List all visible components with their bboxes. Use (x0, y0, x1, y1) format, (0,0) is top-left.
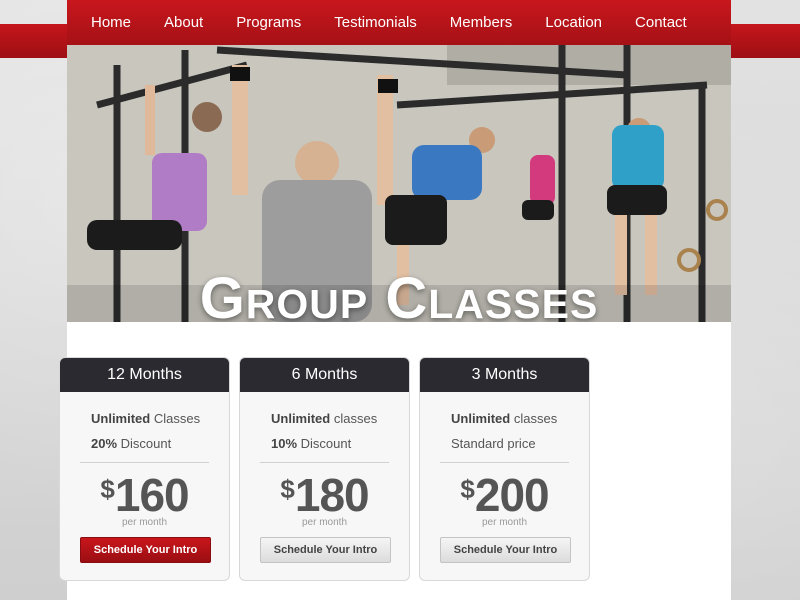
plan-feature-classes: Unlimited Classes (91, 411, 200, 426)
price-period: per month (121, 517, 168, 528)
feature-bold: Unlimited (91, 411, 151, 426)
plan-price: $200 (420, 468, 589, 522)
price-amount: 200 (474, 469, 550, 521)
plan-card-3-months: 3 Months Unlimited classes Standard pric… (419, 357, 590, 581)
currency-symbol: $ (100, 474, 115, 504)
plan-card-6-months: 6 Months Unlimited classes 10% Discount … (239, 357, 410, 581)
plan-feature-discount: 10% Discount (271, 436, 351, 451)
schedule-intro-button[interactable]: Schedule Your Intro (260, 537, 391, 563)
card-divider (440, 462, 569, 463)
plan-title: 12 Months (60, 358, 229, 392)
nav-contact[interactable]: Contact (635, 0, 687, 45)
feature-text: Discount (117, 436, 172, 451)
plan-feature-classes: Unlimited classes (451, 411, 557, 426)
plan-price: $180 (240, 468, 409, 522)
nav-members[interactable]: Members (450, 0, 513, 45)
hero-title: Group Classes (199, 266, 599, 322)
card-divider (80, 462, 209, 463)
feature-bold: Unlimited (271, 411, 331, 426)
feature-bold: 20% (91, 436, 118, 451)
currency-symbol: $ (460, 474, 475, 504)
nav-location[interactable]: Location (545, 0, 602, 45)
feature-bold: Unlimited (451, 411, 511, 426)
price-period: per month (481, 517, 528, 528)
plan-title: 6 Months (240, 358, 409, 392)
main-nav: Home About Programs Testimonials Members… (67, 0, 731, 45)
feature-text: Standard price (451, 436, 536, 451)
plan-price: $160 (60, 468, 229, 522)
plan-card-12-months: 12 Months Unlimited Classes 20% Discount… (59, 357, 230, 581)
plan-feature-price: Standard price (451, 436, 536, 451)
card-divider (260, 462, 389, 463)
nav-programs[interactable]: Programs (236, 0, 301, 45)
feature-text: classes (330, 411, 378, 426)
nav-home[interactable]: Home (91, 0, 131, 45)
price-period: per month (301, 517, 348, 528)
feature-text: Classes (150, 411, 201, 426)
schedule-intro-button[interactable]: Schedule Your Intro (440, 537, 571, 563)
plan-feature-classes: Unlimited classes (271, 411, 377, 426)
feature-text: classes (510, 411, 558, 426)
nav-about[interactable]: About (164, 0, 203, 45)
plan-title: 3 Months (420, 358, 589, 392)
currency-symbol: $ (280, 474, 295, 504)
nav-testimonials[interactable]: Testimonials (334, 0, 417, 45)
pricing-cards: 12 Months Unlimited Classes 20% Discount… (59, 357, 599, 581)
feature-bold: 10% (271, 436, 298, 451)
plan-feature-discount: 20% Discount (91, 436, 171, 451)
price-amount: 160 (114, 469, 190, 521)
feature-text: Discount (297, 436, 352, 451)
schedule-intro-button[interactable]: Schedule Your Intro (80, 537, 211, 563)
price-amount: 180 (294, 469, 370, 521)
hero-banner: Group Classes (67, 45, 731, 322)
